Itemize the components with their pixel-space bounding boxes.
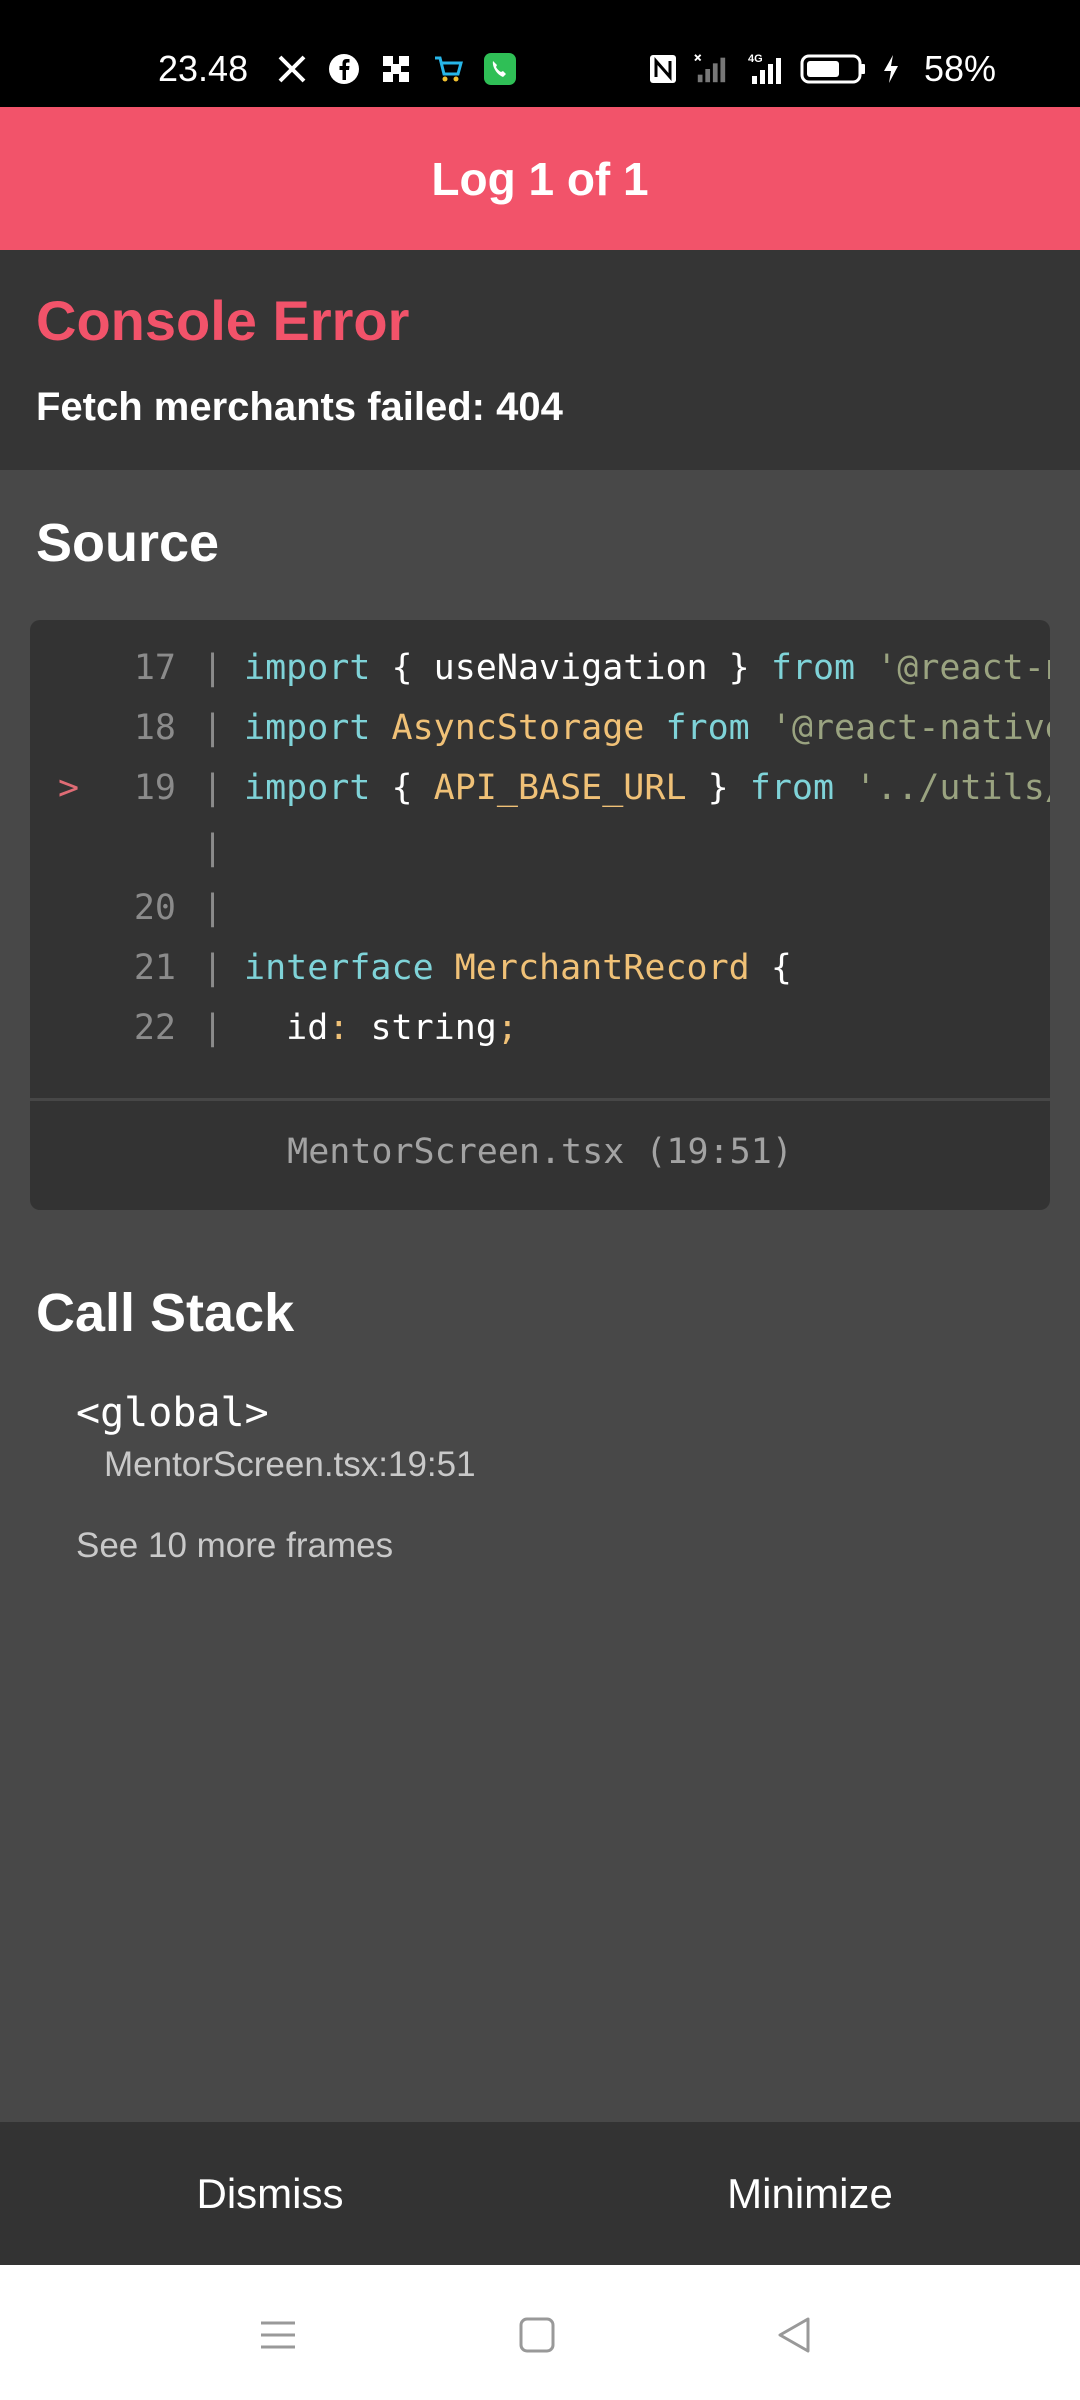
code-token: id (244, 1008, 329, 1048)
svg-text:4G: 4G (748, 53, 763, 65)
code-line: 22 | id: string; (30, 1008, 1050, 1068)
code-token: from (665, 708, 750, 748)
line-number: 18 (133, 708, 176, 748)
minimize-button[interactable]: Minimize (540, 2122, 1080, 2265)
stack-frame-location[interactable]: MentorScreen.tsx:19:51 (104, 1445, 476, 1485)
bottom-action-bar: Dismiss Minimize (0, 2122, 1080, 2265)
call-stack-title: Call Stack (36, 1283, 295, 1343)
error-summary: Console Error Fetch merchants failed: 40… (0, 250, 1080, 470)
line-number: 22 (133, 1008, 176, 1048)
line-number: 17 (133, 648, 176, 688)
code-text: interface MerchantRecord { (244, 948, 1050, 988)
facebook-icon (327, 52, 361, 86)
nfc-icon (646, 52, 680, 86)
notification-icons (275, 52, 517, 86)
home-square-icon[interactable] (507, 2305, 567, 2365)
system-icons: 4G (646, 52, 902, 86)
gutter-separator: | (202, 708, 224, 748)
code-token: from (749, 768, 835, 808)
line-number: 20 (133, 888, 176, 928)
battery-percent: 58% (924, 48, 997, 89)
code-token: : (328, 1008, 350, 1048)
4g-signal-icon: 4G (742, 52, 786, 86)
code-token: MerchantRecord (454, 948, 750, 988)
log-header: Log 1 of 1 (0, 107, 1080, 250)
x-icon (275, 52, 309, 86)
code-token: interface (244, 948, 434, 988)
code-token: import (244, 768, 371, 808)
code-divider (30, 1098, 1050, 1101)
shopping-cart-icon (431, 52, 465, 86)
code-line: 17 | import { useNavigation } from '@react… (30, 648, 1050, 708)
line-number: 19 (133, 768, 176, 808)
code-line: | (30, 828, 1050, 888)
code-token: { (370, 768, 434, 808)
status-time: 23.48 (158, 48, 249, 89)
code-token: ; (496, 1008, 518, 1048)
code-token: { (749, 948, 792, 988)
code-file-location: MentorScreen.tsx (19:51) (287, 1132, 793, 1172)
error-title: Console Error (36, 289, 410, 352)
gutter-separator: | (202, 768, 224, 808)
code-token: import (244, 648, 371, 688)
code-token: string (349, 1008, 497, 1048)
gutter-separator: | (202, 1008, 224, 1048)
code-frame[interactable]: 17 | import { useNavigation } from '@react… (30, 620, 1050, 1210)
code-text: id: string; (244, 1008, 1050, 1048)
code-token: AsyncStorage (391, 708, 645, 748)
see-more-frames-link[interactable]: See 10 more frames (76, 1526, 393, 1566)
code-line: 18 | import AsyncStorage from '@react-nati… (30, 708, 1050, 768)
source-title: Source (36, 513, 220, 573)
charging-icon (880, 52, 902, 86)
error-message: Fetch merchants failed: 404 (36, 385, 563, 429)
code-text: import { useNavigation } from '@react-na… (244, 648, 1050, 688)
code-text: import AsyncStorage from '@react-native-… (244, 708, 1050, 748)
code-token: } (686, 768, 750, 808)
code-token: API_BASE_URL (433, 768, 687, 808)
system-nav-bar (0, 2265, 1080, 2400)
line-number: 21 (133, 948, 176, 988)
error-line-marker: > (58, 768, 80, 808)
back-triangle-icon[interactable] (764, 2305, 824, 2365)
code-token: import (244, 708, 371, 748)
code-lines: 17 | import { useNavigation } from '@react… (30, 648, 1050, 1108)
code-token: '@react-navigation/native'; (876, 648, 1050, 688)
menu-icon[interactable] (248, 2305, 308, 2365)
code-line: 21 | interface MerchantRecord { (30, 948, 1050, 1008)
code-line: 20 | (30, 888, 1050, 948)
code-token: '../utils/config'; (855, 768, 1050, 808)
status-bar: 23.48 4G 58% (0, 0, 1080, 107)
signal-icon (694, 52, 728, 86)
code-token: from (770, 648, 856, 688)
gutter-separator: | (202, 948, 224, 988)
stack-frame-name[interactable]: <global> (76, 1390, 269, 1436)
phone-icon (483, 52, 517, 86)
gutter-separator: | (202, 888, 224, 928)
code-text: import { API_BASE_URL } from '../utils/c… (244, 768, 1050, 808)
code-token: '@react-native-async-storage'; (770, 708, 1050, 748)
log-counter-title: Log 1 of 1 (431, 152, 649, 205)
gutter-separator: | (202, 828, 224, 868)
code-token: { useNavigation } (370, 648, 771, 688)
battery-icon (800, 52, 866, 86)
dismiss-button[interactable]: Dismiss (0, 2122, 540, 2265)
gutter-separator: | (202, 648, 224, 688)
app-icon (379, 52, 413, 86)
code-line: >19 | import { API_BASE_URL } from '../uti… (30, 768, 1050, 828)
